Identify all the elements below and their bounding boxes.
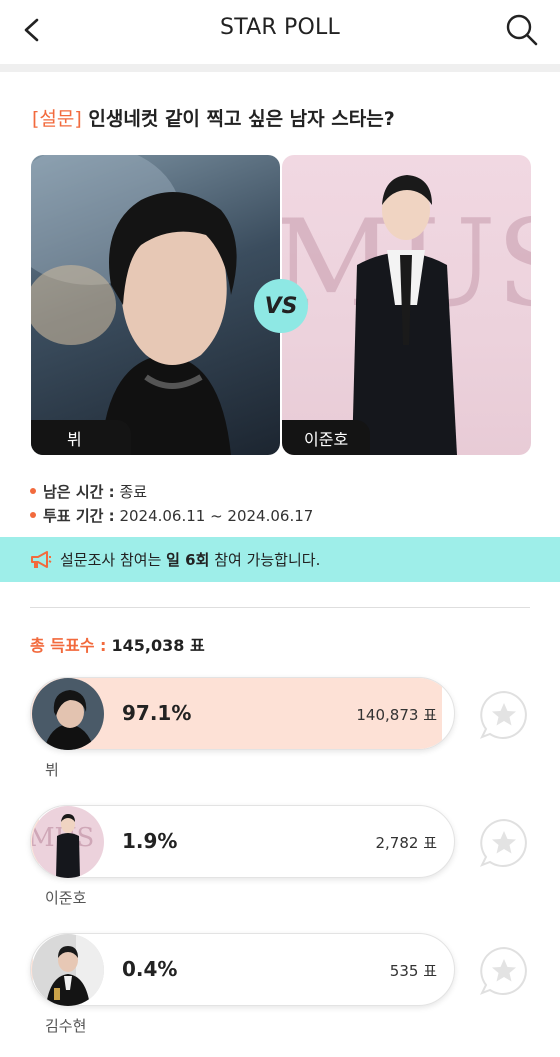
search-button[interactable] [504,12,540,48]
avatar: MUS [32,806,104,878]
candidate-photo-left[interactable]: 뷔 [31,155,280,455]
header-divider [0,64,560,72]
total-votes: 총 득표수 : 145,038 표 [30,636,205,655]
megaphone-icon [31,550,52,568]
vote-count: 535 표 [389,962,437,980]
avatar-image [32,934,104,1006]
avatar-image [32,678,104,750]
poll-question-text: 인생네컷 같이 찍고 싶은 남자 스타는? [88,108,395,130]
avatar [32,678,104,750]
section-divider [30,607,530,608]
candidate-name-tag: 이준호 [282,420,370,455]
star-bubble-icon [479,690,527,739]
vote-star-button[interactable] [478,817,530,869]
vote-count: 2,782 표 [375,834,437,852]
remaining-time: 남은 시간 : 종료 [30,481,147,502]
vote-star-button[interactable] [478,945,530,997]
candidate-name-tag: 뷔 [31,420,131,455]
page-title: STAR POLL [220,15,340,40]
star-bubble-icon [479,946,527,995]
participation-notice: 설문조사 참여는 일 6회 참여 가능합니다. [0,537,560,582]
result-row: 97.1% 140,873 표 뷔 [30,677,455,779]
candidate-photo-right[interactable]: MUST 이준호 [282,155,531,455]
search-icon [506,14,538,46]
vote-count: 140,873 표 [356,706,437,724]
vs-badge: VS [254,279,308,333]
result-row: MUS 1.9% 2,782 표 이준호 [30,805,455,907]
vote-percent: 97.1% [122,701,192,725]
star-bubble-icon [479,818,527,867]
result-row: 0.4% 535 표 김수현 [30,933,455,1035]
poll-tag: [설문] [32,108,82,130]
vote-percent: 1.9% [122,829,178,853]
person-portrait-image [31,155,237,455]
avatar-image: MUS [32,806,104,878]
candidate-name: 이준호 [45,889,87,907]
vote-percent: 0.4% [122,957,178,981]
vote-star-button[interactable] [478,689,530,741]
candidate-name: 뷔 [45,761,59,779]
avatar [32,934,104,1006]
poll-question: [설문] 인생네컷 같이 찍고 싶은 남자 스타는? [32,104,395,131]
app-header: STAR POLL [0,0,560,60]
voting-period: 투표 기간 : 2024.06.11 ~ 2024.06.17 [30,505,313,526]
person-portrait-image: MUST [282,175,531,455]
bullet-dot [30,511,36,518]
bullet-dot [30,487,36,494]
candidate-name: 김수현 [45,1017,87,1035]
